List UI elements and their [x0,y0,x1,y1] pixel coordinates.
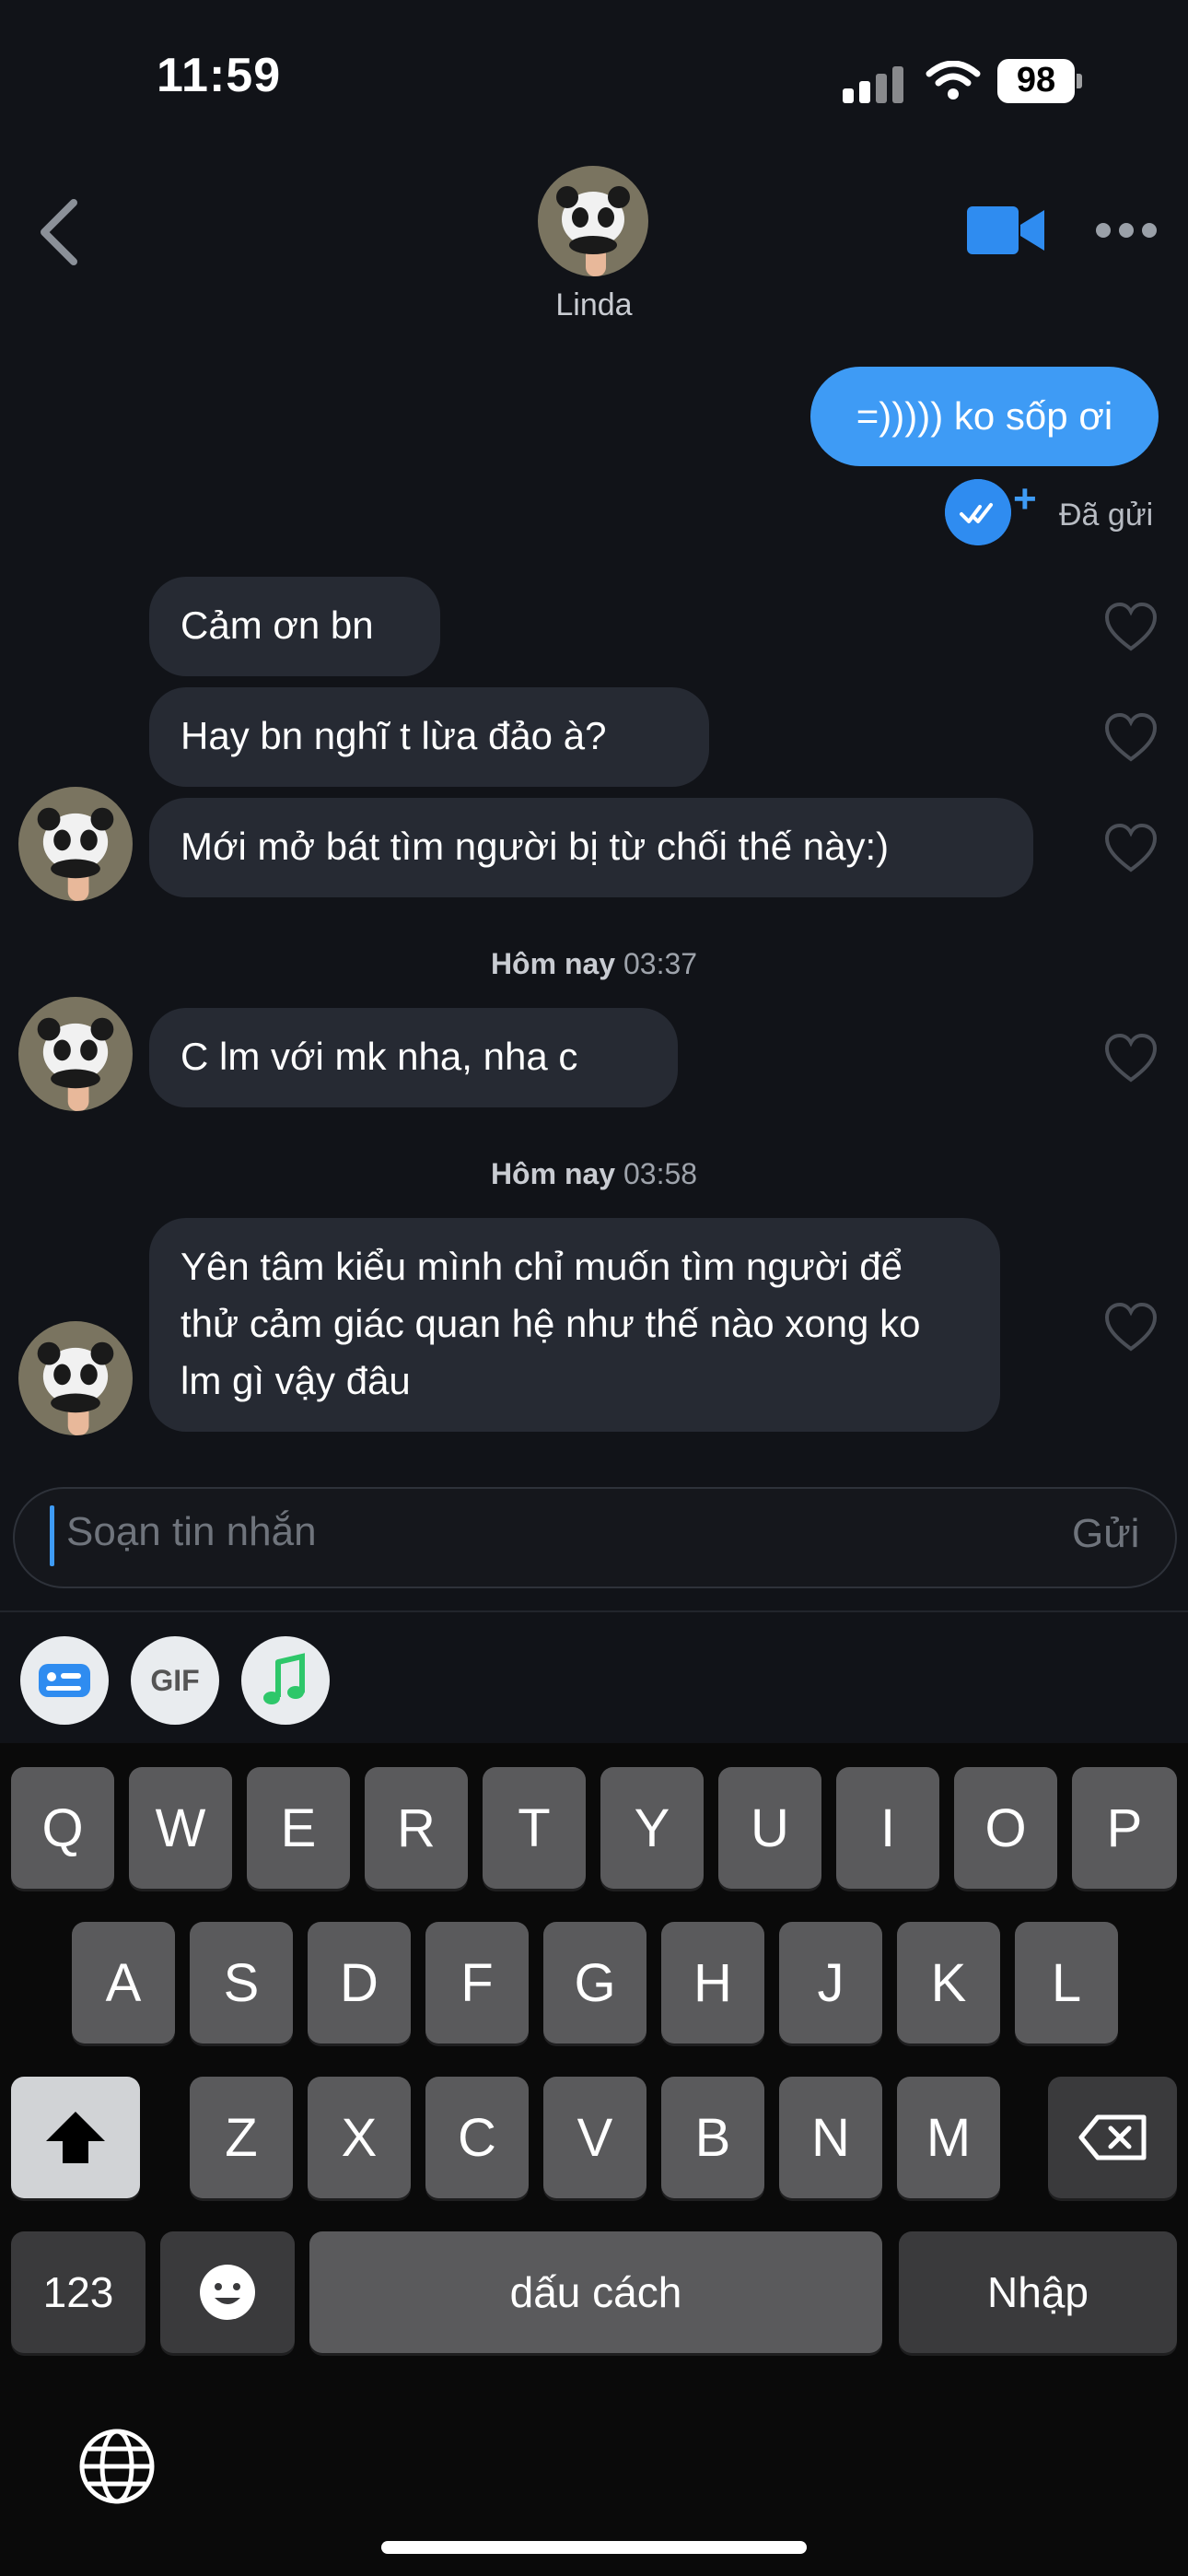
timestamp-divider: Hôm nay 03:37 [0,947,1188,981]
card-icon [39,1664,90,1697]
gif-label: GIF [150,1663,200,1697]
emoji-key[interactable] [160,2231,295,2353]
contact-name: Linda [555,287,633,322]
key-h[interactable]: H [661,1922,764,2043]
shift-arrow-icon [46,2112,105,2163]
status-time: 11:59 [157,49,282,102]
key-f[interactable]: F [425,1922,529,2043]
key-i[interactable]: I [836,1767,939,1889]
incoming-message-bubble[interactable]: C lm với mk nha, nha c [149,1008,678,1107]
message-text: C lm với mk nha, nha c [181,1035,578,1078]
message-text: =))))) ko sốp ơi [856,394,1113,438]
key-t[interactable]: T [483,1767,586,1889]
heart-icon[interactable] [1103,822,1159,873]
key-c[interactable]: C [425,2077,529,2198]
home-indicator [381,2541,807,2554]
avatar[interactable] [18,997,133,1111]
battery-level: 98 [1016,61,1056,100]
key-b[interactable]: B [661,2077,764,2198]
text-cursor [50,1505,54,1566]
panda-avatar-icon [538,166,648,276]
music-note-icon [263,1653,305,1704]
key-o[interactable]: O [954,1767,1057,1889]
numbers-key[interactable]: 123 [11,2231,146,2353]
avatar[interactable] [18,1321,133,1435]
keyboard: Q W E R T Y U I O P A S D F G H J K L Z … [0,1743,1188,2576]
panda-avatar-icon [18,1321,133,1435]
backspace-icon [1078,2114,1147,2160]
key-m[interactable]: M [897,2077,1000,2198]
read-receipt-icon [945,479,1011,545]
timestamp-day: Hôm nay [490,1157,616,1190]
shift-key[interactable] [11,2077,140,2198]
key-a[interactable]: A [72,1922,175,2043]
key-l[interactable]: L [1015,1922,1118,2043]
cellular-signal-icon [843,63,907,103]
timestamp-day: Hôm nay [490,947,616,980]
send-button[interactable]: Gửi [1072,1511,1139,1557]
message-text: Hay bn nghĩ t lừa đảo à? [181,714,607,757]
timestamp-time: 03:37 [623,947,698,980]
panda-avatar-icon [18,787,133,901]
timestamp-divider: Hôm nay 03:58 [0,1157,1188,1191]
heart-icon[interactable] [1103,711,1159,763]
key-p[interactable]: P [1072,1767,1177,1889]
key-w[interactable]: W [129,1767,232,1889]
key-n[interactable]: N [779,2077,882,2198]
divider [0,1610,1188,1612]
globe-icon[interactable] [77,2427,157,2506]
emoji-icon [200,2265,255,2320]
heart-icon[interactable] [1103,1301,1159,1352]
key-e[interactable]: E [247,1767,350,1889]
message-text: Cảm ơn bn [181,603,374,647]
wifi-icon [926,61,981,100]
key-g[interactable]: G [543,1922,646,2043]
heart-icon[interactable] [1103,601,1159,652]
message-text: Mới mở bát tìm người bị từ chối thế này:… [181,825,890,868]
sticker-button[interactable] [20,1636,109,1725]
gif-button[interactable]: GIF [131,1636,219,1725]
back-icon[interactable] [37,197,81,267]
battery-icon: 98 [997,59,1082,103]
key-j[interactable]: J [779,1922,882,2043]
avatar[interactable] [538,166,648,276]
key-y[interactable]: Y [600,1767,704,1889]
key-x[interactable]: X [308,2077,411,2198]
key-k[interactable]: K [897,1922,1000,2043]
incoming-message-bubble[interactable]: Yên tâm kiểu mình chỉ muốn tìm người để … [149,1218,1000,1432]
key-q[interactable]: Q [11,1767,114,1889]
video-call-icon[interactable] [967,205,1044,256]
incoming-message-bubble[interactable]: Cảm ơn bn [149,577,440,676]
panda-avatar-icon [18,997,133,1111]
heart-icon[interactable] [1103,1032,1159,1083]
more-options-icon[interactable] [1096,223,1157,241]
key-r[interactable]: R [365,1767,468,1889]
timestamp-time: 03:58 [623,1157,698,1190]
key-v[interactable]: V [543,2077,646,2198]
incoming-message-bubble[interactable]: Mới mở bát tìm người bị từ chối thế này:… [149,798,1033,897]
key-z[interactable]: Z [190,2077,293,2198]
message-input[interactable]: Soạn tin nhắn [66,1509,317,1555]
outgoing-message-bubble[interactable]: =))))) ko sốp ơi [810,367,1159,466]
space-key[interactable]: dấu cách [309,2231,882,2353]
return-key[interactable]: Nhập [899,2231,1177,2353]
message-text: Yên tâm kiểu mình chỉ muốn tìm người để … [181,1245,921,1402]
incoming-message-bubble[interactable]: Hay bn nghĩ t lừa đảo à? [149,687,709,787]
plus-icon: + [1013,476,1037,521]
key-u[interactable]: U [718,1767,821,1889]
backspace-key[interactable] [1048,2077,1177,2198]
avatar[interactable] [18,787,133,901]
music-button[interactable] [241,1636,330,1725]
key-s[interactable]: S [190,1922,293,2043]
message-status: Đã gửi [1059,498,1154,533]
key-d[interactable]: D [308,1922,411,2043]
